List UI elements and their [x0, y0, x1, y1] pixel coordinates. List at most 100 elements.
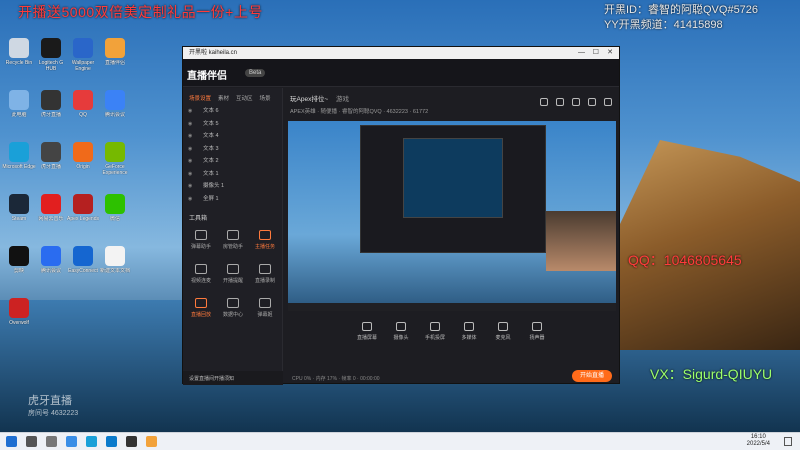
source-control[interactable]: 扬声器	[524, 322, 550, 360]
desktop-icon-label: GeForce Experience	[102, 164, 128, 176]
source-control[interactable]: 多媒体	[456, 322, 482, 360]
desktop-icon[interactable]: Recycle Bin	[2, 38, 36, 72]
desktop-icon-label: Apex Legends	[67, 216, 99, 222]
document-icon	[105, 246, 125, 266]
desktop-icon[interactable]: Steam	[2, 194, 36, 228]
source-control[interactable]: 麦克风	[490, 322, 516, 360]
desktop-icon[interactable]: Logitech G HUB	[34, 38, 68, 72]
wechat-icon	[105, 194, 125, 214]
tool-label: 直播回放	[190, 312, 211, 318]
capcut-icon	[9, 246, 29, 266]
tool-icon	[195, 230, 207, 240]
live-companion-taskbar-icon[interactable]	[146, 436, 157, 447]
desktop-icon-label: 虎牙直播	[40, 112, 61, 118]
window-titlebar[interactable]: 开黑啦 kaiheila.cn — ☐ ✕	[183, 47, 619, 59]
layer-item[interactable]: 文本 6	[183, 105, 282, 118]
desktop-icon-label: Recycle Bin	[5, 60, 33, 66]
sidebar-tab[interactable]: 互动区	[236, 94, 253, 102]
desktop-icon[interactable]: 腾讯会议	[34, 246, 68, 280]
notification-icon[interactable]	[784, 437, 792, 446]
toolbox-item[interactable]: 弹幕助手	[185, 226, 217, 256]
task-view-icon[interactable]	[46, 436, 57, 447]
start-icon[interactable]	[6, 436, 17, 447]
toolbox-item[interactable]: 主播任务	[249, 226, 281, 256]
source-control[interactable]: 手机投屏	[422, 322, 448, 360]
qq-icon	[73, 90, 93, 110]
edge-icon[interactable]	[86, 436, 97, 447]
desktop-icon[interactable]: 微信	[98, 194, 132, 228]
source-control-icon	[396, 322, 406, 331]
desktop-icon[interactable]: Wallpaper Engine	[66, 38, 100, 72]
close-icon[interactable]: ✕	[607, 47, 613, 59]
source-control-icon	[498, 322, 508, 331]
system-clock[interactable]: 16:10 2022/5/4	[747, 434, 770, 448]
desktop-icon[interactable]: QQ	[66, 90, 100, 124]
desktop-icon-label: 剪映	[13, 268, 24, 274]
gift-icon[interactable]	[540, 98, 548, 106]
file-explorer-icon[interactable]	[66, 436, 77, 447]
promo-banner: 开播送5000双倍美定制礼品一份+上号	[18, 4, 263, 20]
tool-icon	[227, 264, 239, 274]
desktop-icon[interactable]: 虎牙直播	[34, 90, 68, 124]
source-control-label: 多媒体	[461, 335, 477, 341]
huya-taskbar-icon[interactable]	[126, 436, 137, 447]
toolbox-item[interactable]: 开播提醒	[217, 260, 249, 290]
layer-item[interactable]: 摄像头 1	[183, 180, 282, 193]
source-control[interactable]: 直播屏幕	[354, 322, 380, 360]
layer-item[interactable]: 全屏 1	[183, 193, 282, 206]
desktop-icon-label: 微信	[109, 216, 120, 222]
sidebar-tab[interactable]: 场景设置	[189, 94, 211, 102]
toolbox-item[interactable]: 直播录制	[249, 260, 281, 290]
preview-nested-window-inner	[403, 138, 503, 218]
toolbox-item[interactable]: 数据中心	[217, 294, 249, 324]
desktop-icon[interactable]: Overwolf	[2, 298, 36, 332]
app-window[interactable]: 开黑啦 kaiheila.cn — ☐ ✕ 直播伴侣 Beta 场景设置 素材 互动…	[182, 46, 620, 385]
desktop-icon[interactable]: Apex Legends	[66, 194, 100, 228]
desktop-icon[interactable]: 腾讯会议	[98, 90, 132, 124]
lock-icon[interactable]	[556, 98, 564, 106]
recycle-bin-icon	[9, 38, 29, 58]
toolbox-item[interactable]: 视频连麦	[185, 260, 217, 290]
sidebar-tabs: 场景设置 素材 互动区 场景	[183, 88, 282, 105]
tool-icon	[259, 230, 271, 240]
layer-item[interactable]: 文本 2	[183, 155, 282, 168]
layer-item[interactable]: 文本 5	[183, 118, 282, 131]
minimize-icon[interactable]: —	[578, 47, 585, 59]
desktop-icon[interactable]: 直播伴侣	[98, 38, 132, 72]
tool-icon	[259, 298, 271, 308]
toolbox-item[interactable]: 弹幕姬	[249, 294, 281, 324]
layer-item[interactable]: 文本 4	[183, 130, 282, 143]
stream-title[interactable]: 玩Apex排位~	[290, 96, 328, 103]
app-logo: 直播伴侣	[187, 71, 227, 82]
share-icon[interactable]	[604, 98, 612, 106]
desktop-icon[interactable]: EasyConnect	[66, 246, 100, 280]
desktop-icon[interactable]: 虎牙直播	[34, 142, 68, 176]
wallpaper-cliff	[600, 140, 800, 350]
search-icon[interactable]	[26, 436, 37, 447]
stream-preview[interactable]	[288, 121, 616, 311]
layer-item[interactable]: 文本 1	[183, 168, 282, 181]
bell-icon[interactable]	[588, 98, 596, 106]
layer-list: 文本 6文本 5文本 4文本 3文本 2文本 1摄像头 1全屏 1	[183, 105, 282, 205]
tool-icon	[259, 264, 271, 274]
desktop-icon-label: QQ	[79, 112, 87, 118]
stream-tag[interactable]: 游戏	[336, 96, 349, 103]
desktop-icon[interactable]: Origin	[66, 142, 100, 176]
maximize-icon[interactable]: ☐	[593, 47, 599, 59]
toolbox-heading: 工具箱	[189, 216, 208, 222]
desktop-icon[interactable]: Microsoft Edge	[2, 142, 36, 176]
announcement-link[interactable]: 设置直播间开播须知	[183, 371, 283, 385]
desktop-icon[interactable]: GeForce Experience	[98, 142, 132, 176]
desktop-icon[interactable]: 新建文本文档	[98, 246, 132, 280]
desktop-icon[interactable]: 此电脑	[2, 90, 36, 124]
desktop-icon[interactable]: 剪映	[2, 246, 36, 280]
desktop-icon[interactable]: 网易云音乐	[34, 194, 68, 228]
toolbox-item[interactable]: 直播回放	[185, 294, 217, 324]
toolbox-item[interactable]: 房管助手	[217, 226, 249, 256]
source-control[interactable]: 摄像头	[388, 322, 414, 360]
sidebar-tab[interactable]: 场景	[260, 94, 271, 102]
layer-item[interactable]: 文本 3	[183, 143, 282, 156]
store-icon[interactable]	[106, 436, 117, 447]
settings-icon[interactable]	[572, 98, 580, 106]
sidebar-tab[interactable]: 素材	[218, 94, 229, 102]
